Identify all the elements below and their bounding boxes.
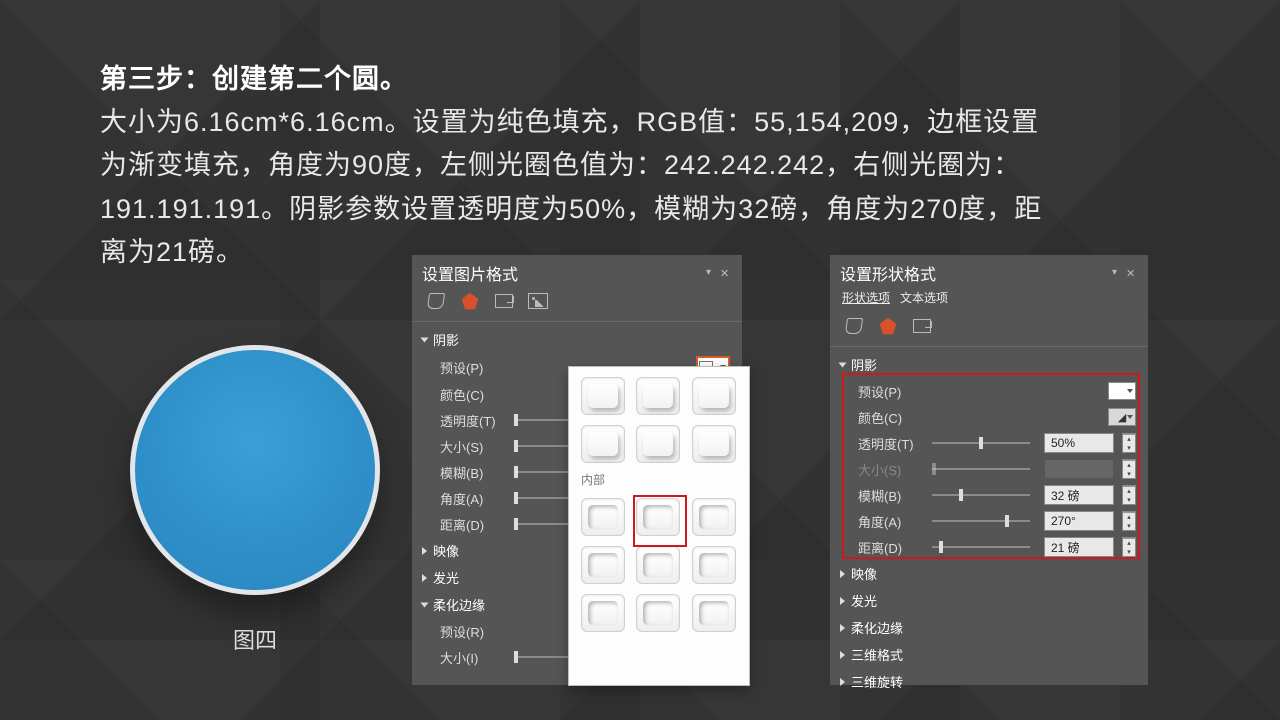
effects-tab-icon[interactable] [878,316,898,336]
angle-spinner[interactable]: ▴▾ [1122,511,1136,531]
distance-row: 距离(D) 21 磅 ▴▾ [830,534,1148,560]
preset-option[interactable] [581,594,625,632]
blue-circle-shape [130,345,380,595]
dropdown-icon[interactable] [1112,267,1124,279]
angle-value[interactable]: 270° [1044,511,1114,531]
blur-value[interactable]: 32 磅 [1044,485,1114,505]
preset-option[interactable] [581,498,625,536]
tab-text-options[interactable]: 文本选项 [900,289,948,306]
transparency-slider[interactable] [926,436,1036,450]
selected-preset-highlight [633,495,687,547]
glow-section-header[interactable]: 发光 [830,587,1148,614]
category-tabs [412,287,742,321]
shadow-preset-popup: 内部 [568,366,750,686]
preset-option[interactable] [692,594,736,632]
panel-controls [1112,267,1138,279]
preset-row: 预设(P) [830,378,1148,404]
preset-grid-outer [569,367,749,469]
distance-slider[interactable] [926,540,1036,554]
preset-option[interactable] [692,377,736,415]
size-tab-icon[interactable] [912,316,932,336]
preset-option[interactable] [692,498,736,536]
size-tab-icon[interactable] [494,291,514,311]
size-row: 大小(S) ▴▾ [830,456,1148,482]
transparency-spinner[interactable]: ▴▾ [1122,433,1136,453]
softedge-section-header[interactable]: 柔化边缘 [830,614,1148,641]
category-tabs [830,312,1148,346]
preset-option[interactable] [581,377,625,415]
preset-option[interactable] [692,425,736,463]
format-shape-panel: 设置形状格式 形状选项 文本选项 阴影 预设(P) 颜色(C) ◢ 透明度(T)… [830,255,1148,685]
transparency-row: 透明度(T) 50% ▴▾ [830,430,1148,456]
shadow-section-header[interactable]: 阴影 [412,326,742,353]
blur-spinner[interactable]: ▴▾ [1122,485,1136,505]
size-value [1044,459,1114,479]
reflection-section-header[interactable]: 映像 [830,560,1148,587]
preset-option[interactable] [636,546,680,584]
size-spinner: ▴▾ [1122,459,1136,479]
figure-4: 图四 [130,345,380,655]
inner-section-label: 内部 [569,469,749,488]
angle-slider[interactable] [926,514,1036,528]
fill-tab-icon[interactable] [426,291,446,311]
transparency-value[interactable]: 50% [1044,433,1114,453]
panel-controls [706,267,732,279]
preset-option[interactable] [636,425,680,463]
preset-option[interactable] [581,425,625,463]
picture-tab-icon[interactable] [528,291,548,311]
tab-shape-options[interactable]: 形状选项 [842,289,890,306]
close-icon[interactable] [720,267,732,279]
3dformat-section-header[interactable]: 三维格式 [830,641,1148,668]
blur-slider[interactable] [926,488,1036,502]
preset-option[interactable] [581,546,625,584]
panel-title: 设置形状格式 [840,261,936,285]
preset-option[interactable] [636,377,680,415]
dropdown-icon[interactable] [706,267,718,279]
instruction-text: 第三步：创建第二个圆。大小为6.16cm*6.16cm。设置为纯色填充，RGB值… [100,58,1190,274]
distance-value[interactable]: 21 磅 [1044,537,1114,557]
effects-tab-icon[interactable] [460,291,480,311]
preset-option[interactable] [692,546,736,584]
panel-title: 设置图片格式 [422,261,518,285]
distance-spinner[interactable]: ▴▾ [1122,537,1136,557]
angle-row: 角度(A) 270° ▴▾ [830,508,1148,534]
option-tabs: 形状选项 文本选项 [830,287,1148,312]
instruction-body: 大小为6.16cm*6.16cm。设置为纯色填充，RGB值：55,154,209… [100,101,1060,274]
3drotate-section-header[interactable]: 三维旋转 [830,668,1148,695]
figure-label: 图四 [130,623,380,655]
blur-row: 模糊(B) 32 磅 ▴▾ [830,482,1148,508]
close-icon[interactable] [1126,267,1138,279]
preset-option[interactable] [636,594,680,632]
instruction-lead: 第三步：创建第二个圆。 [100,64,408,94]
preset-dropdown[interactable] [1108,382,1136,400]
size-slider [926,462,1036,476]
color-row: 颜色(C) ◢ [830,404,1148,430]
shadow-section-header[interactable]: 阴影 [830,351,1148,378]
fill-tab-icon[interactable] [844,316,864,336]
color-dropdown[interactable]: ◢ [1108,408,1136,426]
